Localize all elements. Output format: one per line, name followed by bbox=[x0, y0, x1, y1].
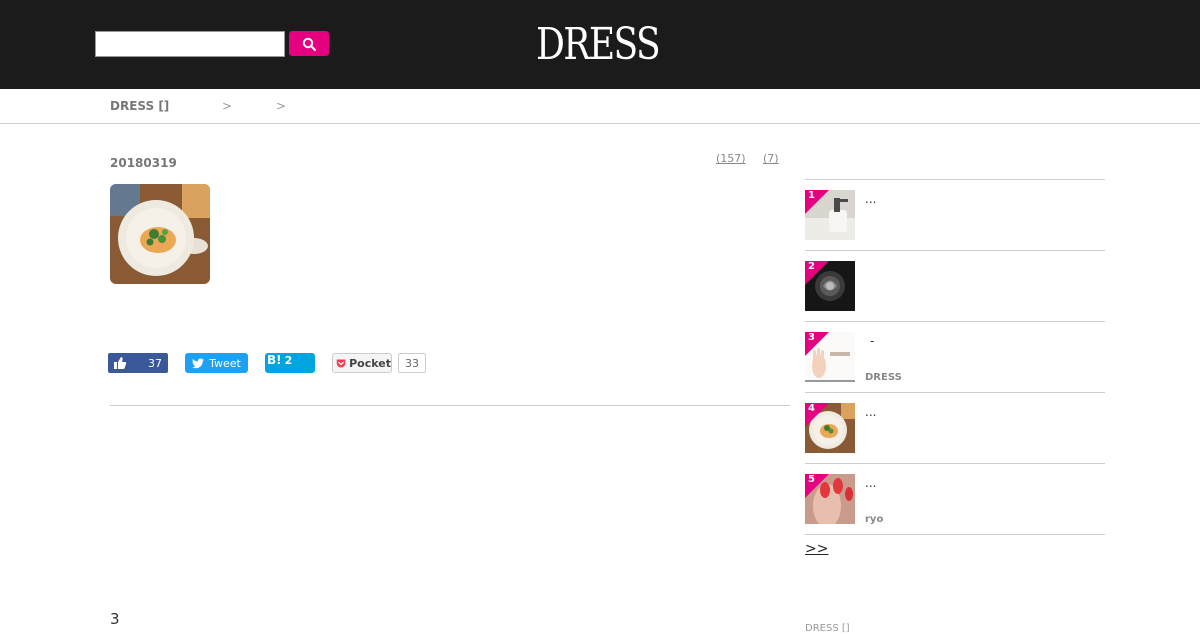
tweet-button-label: Tweet bbox=[209, 356, 241, 370]
ranking-author: DRESS bbox=[865, 372, 902, 383]
ranking-title: - bbox=[870, 334, 875, 348]
pocket-button-label: Pocket bbox=[349, 356, 391, 370]
ranking-more-link[interactable]: >> bbox=[805, 541, 828, 557]
hatena-bookmark-count: 2 bbox=[284, 353, 293, 367]
pocket-icon bbox=[336, 359, 346, 367]
ranking-thumbnail: 4 bbox=[805, 403, 855, 453]
breadcrumb-home-link[interactable]: DRESS [] bbox=[110, 99, 169, 113]
twitter-bird-icon bbox=[192, 358, 205, 368]
hatena-bookmark-icon: B! bbox=[267, 353, 282, 367]
search-button[interactable] bbox=[289, 31, 329, 56]
facebook-like-count: 37 bbox=[148, 356, 162, 370]
ranking-item[interactable]: 1 ... bbox=[805, 180, 1105, 251]
ranking-item[interactable]: 5 ... ryo bbox=[805, 464, 1105, 535]
section-number: 3 bbox=[110, 610, 120, 628]
ranking-thumbnail: 2 bbox=[805, 261, 855, 311]
tweet-button[interactable]: Tweet bbox=[185, 353, 248, 373]
breadcrumb-separator: > bbox=[222, 99, 233, 113]
facebook-like-button[interactable]: 37 bbox=[108, 353, 168, 373]
thumbs-up-icon bbox=[114, 357, 127, 369]
ranking-author: ryo bbox=[865, 514, 884, 525]
ranking-item[interactable]: 3 - DRESS bbox=[805, 322, 1105, 393]
ranking-title: ... bbox=[865, 192, 877, 206]
ranking-thumbnail: 1 bbox=[805, 190, 855, 240]
article-date: 20180319 bbox=[110, 156, 177, 170]
pocket-button[interactable]: Pocket bbox=[332, 353, 392, 373]
ranking-item[interactable]: 4 ... bbox=[805, 393, 1105, 464]
site-header: DRESS bbox=[0, 0, 1200, 89]
search-input[interactable] bbox=[95, 31, 285, 57]
site-logo[interactable]: DRESS bbox=[536, 20, 661, 70]
hatena-bookmark-button[interactable]: B! 2 bbox=[265, 353, 315, 373]
rank-number: 1 bbox=[808, 190, 815, 201]
rank-number: 4 bbox=[808, 403, 815, 414]
breadcrumb: DRESS [] > > bbox=[0, 89, 1200, 124]
ranking-thumbnail: 5 bbox=[805, 474, 855, 524]
breadcrumb-separator: > bbox=[276, 99, 287, 113]
pocket-count: 33 bbox=[398, 353, 426, 373]
search-icon bbox=[302, 37, 316, 51]
rank-number: 2 bbox=[808, 261, 815, 272]
sidebar-footer-breadcrumb[interactable]: DRESS [] bbox=[805, 623, 850, 634]
rank-number: 3 bbox=[808, 332, 815, 343]
article-count-link[interactable]: (157) bbox=[716, 152, 746, 165]
rank-number: 5 bbox=[808, 474, 815, 485]
article-divider bbox=[110, 405, 790, 406]
ranking-title: ... bbox=[865, 476, 877, 490]
ranking-item[interactable]: 2 bbox=[805, 251, 1105, 322]
article-thumbnail bbox=[110, 184, 210, 284]
article-count-link[interactable]: (7) bbox=[763, 152, 779, 165]
ranking-title: ... bbox=[865, 405, 877, 419]
ranking-thumbnail: 3 bbox=[805, 332, 855, 382]
